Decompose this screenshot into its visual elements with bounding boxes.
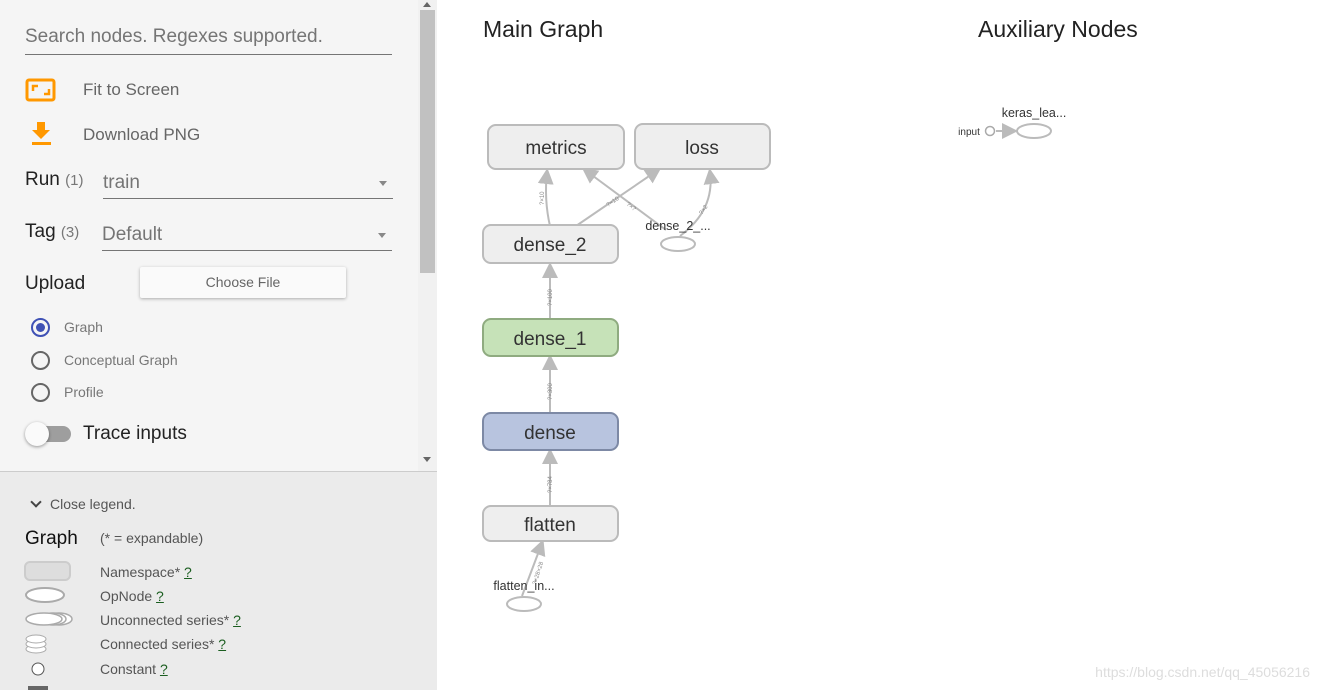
edge-label: ?×10 — [540, 191, 546, 205]
svg-text:flatten: flatten — [524, 515, 576, 536]
legend-opnode: OpNode ? — [100, 588, 164, 604]
constant-icon — [31, 662, 45, 676]
close-legend-button[interactable]: Close legend. — [30, 496, 136, 512]
edge-dense2-metrics — [537, 168, 554, 227]
search-input[interactable]: Search nodes. Regexes supported. — [25, 26, 392, 55]
svg-text:input: input — [958, 127, 980, 138]
help-link[interactable]: ? — [156, 588, 164, 604]
svg-text:dense: dense — [524, 423, 576, 444]
fit-to-screen-label: Fit to Screen — [83, 80, 180, 99]
node-dense-1[interactable]: dense_1 — [482, 318, 619, 357]
svg-text:flatten_in...: flatten_in... — [493, 579, 554, 593]
legend-unconnected-series: Unconnected series* ? — [100, 612, 241, 628]
opnode-icon — [25, 587, 65, 603]
aux-input-indicator: input — [958, 125, 996, 138]
edge-label: ?×? — [625, 202, 637, 213]
fit-to-screen-button[interactable]: Fit to Screen — [25, 78, 179, 107]
edge-label: ?×2 — [699, 204, 710, 216]
dropdown-arrow-icon — [379, 181, 387, 186]
edge-label: ?×300 — [548, 382, 554, 400]
chevron-down-icon — [30, 496, 42, 508]
run-select[interactable]: train — [103, 172, 393, 199]
help-link[interactable]: ? — [160, 661, 168, 677]
node-loss[interactable]: loss — [634, 123, 771, 170]
node-keras-learning-phase[interactable]: keras_lea... — [1002, 106, 1067, 139]
node-flatten-input[interactable]: flatten_in... — [493, 579, 555, 612]
legend-title: Graph — [25, 528, 78, 549]
scroll-up-icon[interactable] — [423, 2, 431, 7]
help-link[interactable]: ? — [233, 612, 241, 628]
svg-text:dense_2_...: dense_2_... — [645, 219, 710, 233]
upload-label: Upload — [25, 273, 86, 294]
namespace-icon — [24, 561, 71, 581]
graph-canvas[interactable]: ?×10 ?×10 ?×? ?×2 ?×100 ?×300 ?×784 ?×28… — [440, 0, 1318, 690]
connected-series-icon — [25, 634, 47, 654]
legend-panel: Close legend. Graph (* = expandable) Nam… — [0, 471, 437, 690]
legend-namespace: Namespace* ? — [100, 564, 192, 580]
tag-label: Tag (3) — [25, 221, 80, 242]
choose-file-button[interactable]: Choose File — [140, 267, 346, 298]
sidebar: Search nodes. Regexes supported. Fit to … — [0, 0, 437, 471]
node-dense-2-op[interactable]: dense_2_... — [645, 219, 711, 252]
legend-note: (* = expandable) — [100, 530, 204, 546]
scroll-down-icon[interactable] — [423, 457, 431, 462]
tag-select[interactable]: Default — [102, 224, 392, 251]
legend-constant: Constant ? — [100, 661, 168, 677]
help-link[interactable]: ? — [218, 636, 226, 652]
svg-text:metrics: metrics — [525, 138, 586, 159]
node-flatten[interactable]: flatten — [482, 505, 619, 542]
svg-text:keras_lea...: keras_lea... — [1002, 106, 1067, 120]
svg-text:dense_1: dense_1 — [514, 329, 587, 350]
scrollbar-thumb[interactable] — [420, 10, 435, 273]
run-label: Run (1) — [25, 169, 84, 190]
download-png-label: Download PNG — [83, 125, 201, 144]
node-metrics[interactable]: metrics — [487, 124, 625, 170]
unconnected-series-icon — [25, 612, 63, 626]
watermark: https://blog.csdn.net/qq_45056216 — [1095, 664, 1310, 680]
help-link[interactable]: ? — [184, 564, 192, 580]
svg-text:dense_2: dense_2 — [514, 235, 587, 256]
download-icon — [32, 122, 51, 145]
node-dense[interactable]: dense — [482, 412, 619, 451]
node-dense-2[interactable]: dense_2 — [482, 224, 619, 264]
legend-icons — [24, 561, 73, 690]
fit-screen-icon — [25, 78, 56, 102]
download-png-button[interactable]: Download PNG — [25, 122, 200, 151]
legend-connected-series: Connected series* ? — [100, 636, 227, 652]
sidebar-scrollbar[interactable] — [418, 0, 437, 471]
edge-label: ?×100 — [548, 288, 554, 306]
svg-text:loss: loss — [685, 138, 719, 159]
dropdown-arrow-icon — [378, 233, 386, 238]
edge-label: ?×784 — [548, 475, 554, 493]
